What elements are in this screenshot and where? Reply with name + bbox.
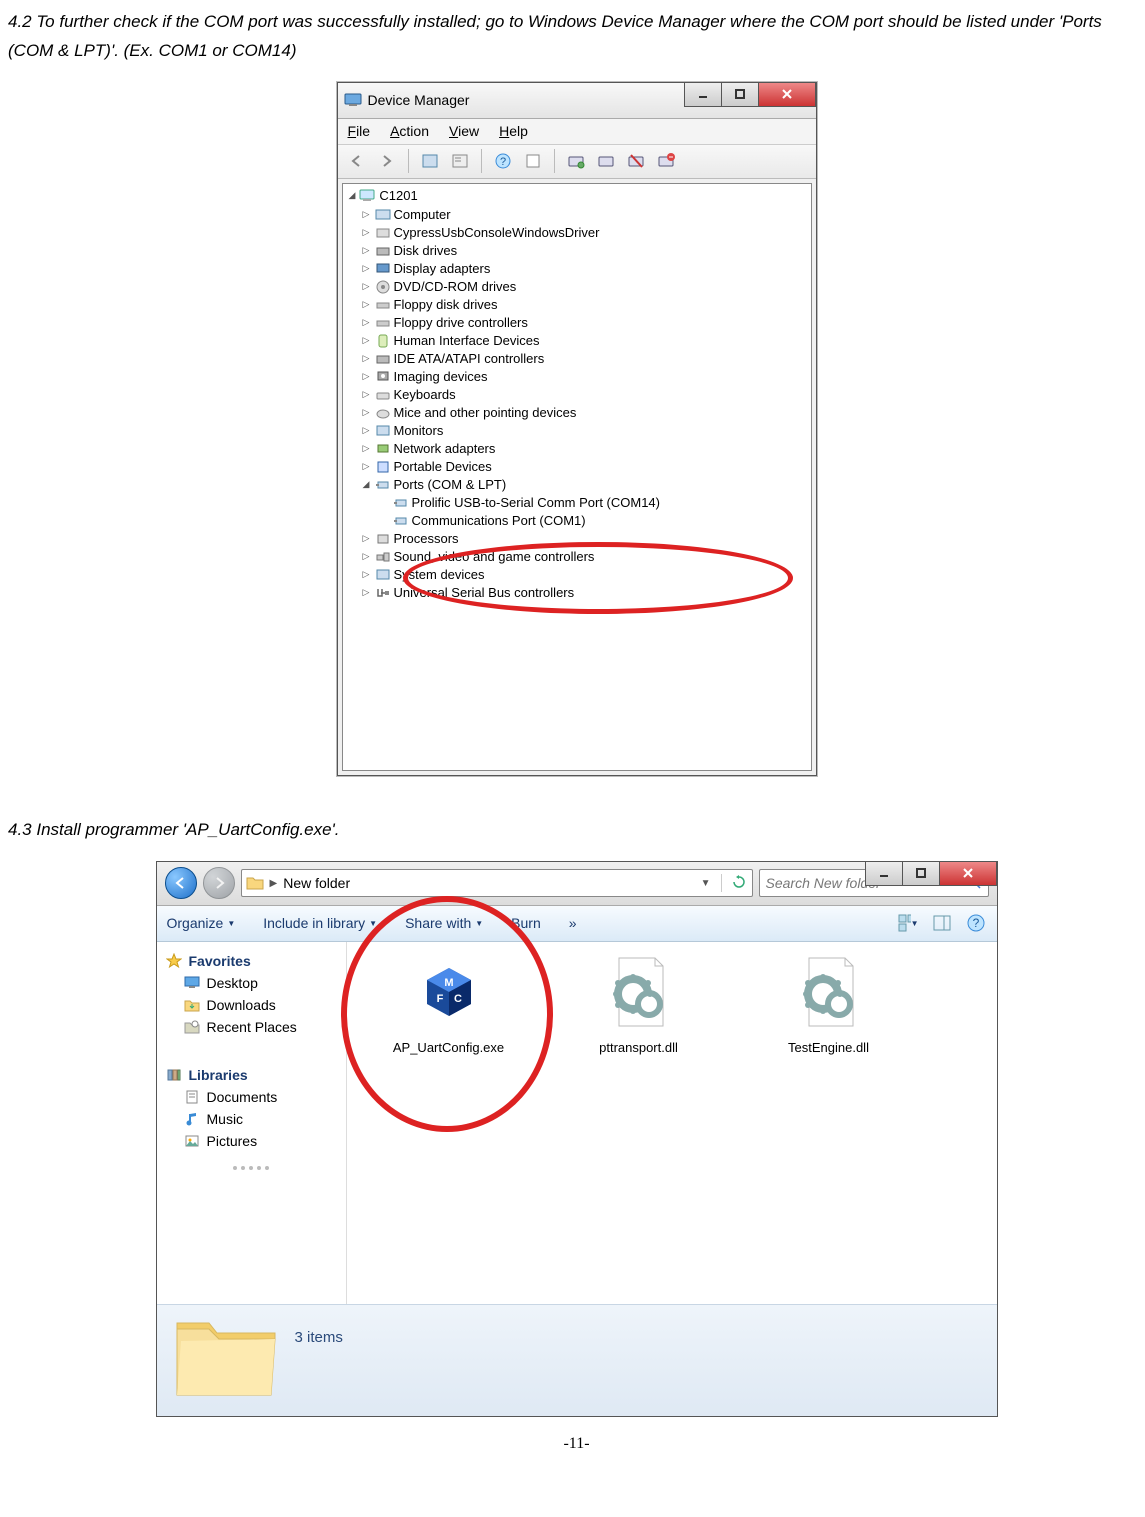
device-manager-title: Device Manager: [368, 92, 470, 108]
tree-node[interactable]: ▷Monitors: [361, 422, 807, 440]
back-button[interactable]: [344, 148, 370, 174]
maximize-button[interactable]: [721, 83, 759, 107]
red-circle-annotation: [403, 542, 793, 614]
sidebar-resize-handle[interactable]: [165, 1166, 338, 1169]
sidebar-item-music[interactable]: Music: [165, 1108, 338, 1130]
details-pane: 3 items: [157, 1304, 997, 1416]
sidebar-item-pictures[interactable]: Pictures: [165, 1130, 338, 1152]
downloads-icon: [183, 996, 201, 1014]
tree-node[interactable]: ▷Portable Devices: [361, 458, 807, 476]
tree-node-com1[interactable]: Communications Port (COM1): [393, 512, 807, 530]
address-dropdown-icon[interactable]: ▼: [701, 878, 711, 889]
more-button[interactable]: »: [569, 915, 577, 931]
forward-button[interactable]: [374, 148, 400, 174]
tree-node[interactable]: ▷Computer: [361, 206, 807, 224]
close-button[interactable]: [758, 83, 816, 107]
explorer-window: ▶ New folder ▼ Search New folder Organiz…: [156, 861, 998, 1417]
toolbar-icon[interactable]: [520, 148, 546, 174]
search-placeholder: Search New folder: [766, 875, 881, 891]
device-manager-window: Device Manager File Action View Help ?: [337, 82, 817, 776]
include-library-button[interactable]: Include in library ▼: [263, 915, 377, 931]
device-tree[interactable]: ◢ C1201 ▷Computer ▷CypressUsbConsoleWind…: [342, 183, 812, 771]
sidebar-item-desktop[interactable]: Desktop: [165, 972, 338, 994]
sidebar-item-recent[interactable]: Recent Places: [165, 1016, 338, 1038]
file-label: pttransport.dll: [569, 1040, 709, 1055]
file-testengine[interactable]: TestEngine.dll: [759, 952, 899, 1055]
address-folder-name: New folder: [283, 875, 350, 891]
folder-icon: [246, 874, 264, 892]
star-icon: [165, 952, 183, 970]
tree-node-com14[interactable]: Prolific USB-to-Serial Comm Port (COM14): [393, 494, 807, 512]
device-manager-menubar: File Action View Help: [338, 119, 816, 145]
close-button[interactable]: [939, 862, 997, 886]
address-bar[interactable]: ▶ New folder ▼: [241, 869, 753, 897]
status-text: 3 items: [295, 1311, 343, 1346]
sidebar-libraries-header[interactable]: Libraries: [165, 1066, 338, 1084]
forward-button[interactable]: [203, 867, 235, 899]
tree-node[interactable]: ▷Floppy drive controllers: [361, 314, 807, 332]
minimize-button[interactable]: [684, 83, 722, 107]
device-manager-toolbar: ?: [338, 145, 816, 179]
section-4-3-text: 4.3 Install programmer 'AP_UartConfig.ex…: [8, 816, 1145, 845]
maximize-button[interactable]: [902, 862, 940, 886]
explorer-sidebar: Favorites Desktop Downloads Recent Place…: [157, 942, 347, 1304]
tree-node[interactable]: ▷Mice and other pointing devices: [361, 404, 807, 422]
address-caret: ▶: [270, 878, 278, 889]
file-label: TestEngine.dll: [759, 1040, 899, 1055]
documents-icon: [183, 1088, 201, 1106]
scan-hardware-icon[interactable]: [563, 148, 589, 174]
minimize-button[interactable]: [865, 862, 903, 886]
libraries-icon: [165, 1066, 183, 1084]
device-manager-titlebar[interactable]: Device Manager: [338, 83, 816, 119]
tree-node[interactable]: ▷Display adapters: [361, 260, 807, 278]
tree-node[interactable]: ▷DVD/CD-ROM drives: [361, 278, 807, 296]
tree-node[interactable]: ▷Floppy disk drives: [361, 296, 807, 314]
tree-node[interactable]: ▷Human Interface Devices: [361, 332, 807, 350]
recent-places-icon: [183, 1018, 201, 1036]
menu-view[interactable]: View: [449, 123, 479, 139]
sidebar-favorites-header[interactable]: Favorites: [165, 952, 338, 970]
sidebar-item-downloads[interactable]: Downloads: [165, 994, 338, 1016]
menu-file[interactable]: File: [348, 123, 371, 139]
toolbar-icon[interactable]: [447, 148, 473, 174]
file-pttransport[interactable]: pttransport.dll: [569, 952, 709, 1055]
back-button[interactable]: [165, 867, 197, 899]
device-manager-icon: [344, 91, 362, 109]
file-pane[interactable]: M C F AP_UartConfig.exe: [347, 942, 997, 1304]
toolbar-icon[interactable]: [623, 148, 649, 174]
uninstall-icon[interactable]: [653, 148, 679, 174]
folder-icon: [171, 1311, 281, 1403]
svg-text:?: ?: [499, 156, 505, 168]
help-icon[interactable]: ?: [965, 912, 987, 934]
music-icon: [183, 1110, 201, 1128]
menu-help[interactable]: Help: [499, 123, 528, 139]
desktop-icon: [183, 974, 201, 992]
tree-node[interactable]: ▷Imaging devices: [361, 368, 807, 386]
preview-pane-button[interactable]: [931, 912, 953, 934]
menu-action[interactable]: Action: [390, 123, 429, 139]
dll-icon: [594, 952, 684, 1032]
toolbar-icon[interactable]: [417, 148, 443, 174]
pictures-icon: [183, 1132, 201, 1150]
svg-text:?: ?: [972, 916, 979, 930]
explorer-toolbar: Organize ▼ Include in library ▼ Share wi…: [157, 906, 997, 942]
tree-node[interactable]: ▷IDE ATA/ATAPI controllers: [361, 350, 807, 368]
tree-root-node[interactable]: ◢ C1201: [349, 188, 807, 204]
view-button[interactable]: ▼: [897, 912, 919, 934]
red-circle-annotation: [341, 896, 553, 1132]
sidebar-item-documents[interactable]: Documents: [165, 1086, 338, 1108]
section-4-2-text: 4.2 To further check if the COM port was…: [8, 8, 1145, 66]
toolbar-icon[interactable]: [593, 148, 619, 174]
address-refresh-icon[interactable]: [732, 875, 746, 892]
tree-node[interactable]: ▷Disk drives: [361, 242, 807, 260]
tree-node[interactable]: ▷Keyboards: [361, 386, 807, 404]
dll-icon: [784, 952, 874, 1032]
explorer-titlebar[interactable]: ▶ New folder ▼ Search New folder: [157, 862, 997, 906]
tree-node[interactable]: ▷CypressUsbConsoleWindowsDriver: [361, 224, 807, 242]
organize-button[interactable]: Organize ▼: [167, 915, 236, 931]
tree-node-ports[interactable]: ◢Ports (COM & LPT): [361, 476, 807, 494]
tree-node[interactable]: ▷Network adapters: [361, 440, 807, 458]
help-icon[interactable]: ?: [490, 148, 516, 174]
page-number: -11-: [8, 1435, 1145, 1453]
